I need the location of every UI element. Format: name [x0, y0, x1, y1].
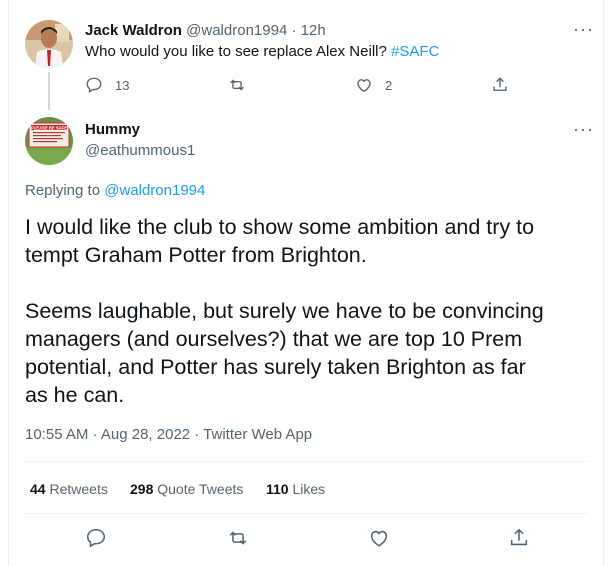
retweets-count: 44	[30, 481, 46, 497]
parent-reply-button[interactable]: 13	[85, 76, 129, 94]
parent-handle[interactable]: @waldron1994	[186, 22, 287, 39]
tweet-body-line: I would like the club to show some ambit…	[25, 215, 535, 239]
likes-count: 110	[266, 481, 289, 497]
like-button[interactable]	[368, 527, 390, 549]
parent-text-body: Who would you like to see replace Alex N…	[85, 43, 387, 60]
parent-like-button[interactable]: 2	[355, 76, 392, 94]
retweets-label: Retweets	[49, 481, 108, 497]
parent-more-icon[interactable]: ···	[573, 20, 594, 38]
svg-text:PLEASE BE SAFE: PLEASE BE SAFE	[31, 125, 67, 130]
like-icon	[357, 79, 371, 93]
tweet-body-line: Seems laughable, but surely we have to b…	[25, 299, 544, 323]
likes-stat[interactable]: 110 Likes	[266, 481, 325, 497]
quote-tweets-stat[interactable]: 298 Quote Tweets	[130, 481, 243, 497]
parent-text: Who would you like to see replace Alex N…	[85, 43, 439, 60]
parent-avatar[interactable]	[25, 20, 73, 68]
reply-button[interactable]	[85, 527, 107, 549]
tweet-body-line: tempt Graham Potter from Brighton.	[25, 243, 367, 267]
author-handle[interactable]: @eathummous1	[85, 142, 195, 159]
divider	[24, 461, 588, 462]
parent-dot: ·	[291, 22, 297, 39]
parent-author-name[interactable]: Jack Waldron	[85, 22, 182, 39]
parent-like-count: 2	[385, 77, 393, 93]
retweet-button[interactable]	[226, 527, 250, 549]
quote-tweets-count: 298	[130, 481, 154, 497]
parent-retweet-button[interactable]	[227, 76, 247, 94]
parent-author-line: Jack Waldron @waldron1994 · 12h	[85, 22, 326, 39]
tweet-body-line: as he can.	[25, 383, 125, 407]
share-icon	[493, 77, 507, 91]
parent-share-button[interactable]	[491, 76, 509, 94]
reply-icon	[86, 77, 102, 94]
thread-connector-line	[48, 72, 50, 110]
tweet-body-line: potential, and Potter has surely taken B…	[25, 355, 526, 379]
tweet-body: I would like the club to show some ambit…	[25, 213, 544, 409]
share-button[interactable]	[508, 527, 530, 549]
tweet-body-line: managers (and ourselves?) that we are to…	[25, 327, 523, 351]
retweet-icon	[229, 531, 247, 545]
parent-hashtag[interactable]: #SAFC	[391, 43, 439, 60]
divider	[24, 513, 588, 514]
quote-tweets-label: Quote Tweets	[157, 481, 244, 497]
replying-to-line: Replying to @waldron1994	[25, 182, 205, 199]
replying-to-handle[interactable]: @waldron1994	[104, 182, 205, 199]
reply-icon	[86, 528, 106, 548]
tweet-timestamp[interactable]: 10:55 AM · Aug 28, 2022 · Twitter Web Ap…	[25, 426, 312, 443]
share-icon	[510, 528, 528, 546]
author-name[interactable]: Hummy	[85, 121, 140, 138]
likes-label: Likes	[292, 481, 326, 497]
tweet-more-icon[interactable]: ···	[573, 120, 594, 138]
replying-to-label: Replying to	[25, 182, 101, 199]
retweet-icon	[230, 79, 244, 91]
retweets-stat[interactable]: 44 Retweets	[30, 481, 108, 497]
parent-reply-count: 13	[115, 77, 130, 93]
author-avatar[interactable]: PLEASE BE SAFE	[25, 117, 73, 165]
parent-time[interactable]: 12h	[301, 22, 326, 39]
like-icon	[370, 530, 388, 547]
